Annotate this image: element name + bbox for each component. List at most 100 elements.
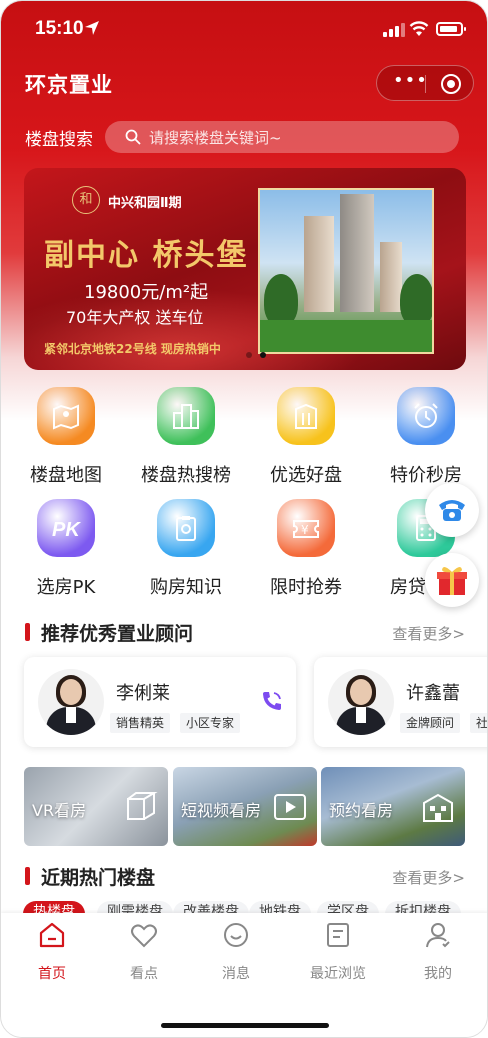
vr-cube-icon — [127, 792, 158, 820]
location-arrow-icon — [85, 21, 99, 35]
banner-dot[interactable] — [246, 352, 252, 358]
telephone-icon — [439, 500, 465, 521]
tab-label: 我的 — [424, 966, 452, 982]
map-icon — [37, 387, 95, 445]
menu-label: 楼盘地图 — [30, 465, 102, 486]
menu-label: 优选好盘 — [270, 465, 342, 486]
more-icon[interactable]: ••• — [393, 72, 427, 92]
menu-label: 购房知识 — [150, 577, 222, 598]
banner-dot-active[interactable] — [260, 352, 266, 358]
quick-menu: 楼盘地图 楼盘热搜榜 优选好盘 特价秒房 PK 选房PK 购房知识 ¥ 限时抢券 — [1, 383, 487, 613]
float-call-button[interactable] — [425, 483, 479, 537]
signal-icon — [383, 23, 405, 37]
tab-label: 消息 — [222, 966, 250, 982]
video-tour-tile[interactable]: 短视频看房 — [173, 767, 317, 846]
svg-text:PK: PK — [52, 519, 81, 541]
menu-item-knowledge[interactable]: 购房知识 — [131, 495, 241, 607]
consultant-tag: 小区专家 — [180, 713, 241, 733]
tree-shape — [400, 274, 432, 326]
see-more-link[interactable]: 查看更多> — [392, 623, 465, 644]
banner-slogan: 副中心 桥头堡 — [44, 238, 249, 273]
search-input[interactable]: 请搜索楼盘关键词~ — [105, 121, 459, 153]
consultants-section-header: 推荐优秀置业顾问 查看更多> — [25, 619, 465, 647]
consultant-name: 许鑫蕾 — [406, 683, 460, 704]
clock-icon — [397, 387, 455, 445]
avatar-shirt — [356, 707, 366, 723]
status-bar: 15:10 — [1, 1, 487, 57]
consultant-tag: 金牌顾问 — [400, 713, 461, 733]
menu-item-selected[interactable]: 优选好盘 — [251, 383, 361, 495]
building-shape — [304, 216, 334, 312]
tab-label: 首页 — [38, 966, 66, 982]
bottom-tab-bar: 首页 看点 消息 最近浏览 我的 — [1, 913, 487, 1037]
tile-label: 短视频看房 — [181, 801, 262, 820]
menu-item-coupon[interactable]: ¥ 限时抢券 — [251, 495, 361, 607]
tab-label: 最近浏览 — [310, 966, 366, 982]
user-icon — [426, 923, 450, 948]
avatar — [38, 669, 104, 735]
banner-footer: 紧邻北京地铁22号线 现房热销中 — [44, 342, 221, 356]
search-label: 楼盘搜索 — [25, 130, 93, 150]
app-title: 环京置业 — [25, 73, 113, 97]
tab-label: 看点 — [130, 966, 158, 982]
home-indicator — [161, 1023, 329, 1028]
consultant-card[interactable]: 许鑫蕾 金牌顾问 社 — [314, 657, 487, 747]
menu-label: 选房PK — [36, 577, 96, 598]
menu-item-hot-list[interactable]: 楼盘热搜榜 — [131, 383, 241, 495]
clipboard-icon — [157, 499, 215, 557]
lawn-shape — [260, 320, 432, 352]
svg-text:¥: ¥ — [301, 523, 309, 537]
menu-item-map[interactable]: 楼盘地图 — [11, 383, 121, 495]
menu-label: 楼盘热搜榜 — [141, 465, 231, 486]
tile-label: VR看房 — [32, 801, 87, 820]
banner-rights: 70年大产权 送车位 — [66, 308, 204, 327]
building-photo — [258, 188, 434, 354]
float-gift-button[interactable] — [425, 553, 479, 607]
home-icon — [39, 922, 65, 948]
avatar-shirt — [66, 707, 76, 723]
banner-price: 19800元/m²起 — [84, 282, 209, 303]
search-icon — [125, 129, 141, 145]
tab-highlights[interactable]: 看点 — [96, 921, 192, 991]
battery-icon — [436, 22, 466, 36]
voice-call-icon[interactable] — [260, 689, 284, 713]
wifi-icon — [409, 21, 429, 36]
consultant-tag: 销售精英 — [110, 713, 171, 733]
appointment-tile[interactable]: 预约看房 — [321, 767, 465, 846]
target-icon[interactable] — [441, 74, 461, 94]
consultant-name: 李俐莱 — [116, 683, 170, 704]
tab-messages[interactable]: 消息 — [188, 921, 284, 991]
menu-item-pk[interactable]: PK 选房PK — [11, 495, 121, 607]
search-placeholder: 请搜索楼盘关键词~ — [149, 129, 282, 147]
tree-shape — [264, 274, 298, 326]
building-icon — [277, 387, 335, 445]
consultant-tag: 社 — [470, 713, 487, 733]
building-shape — [380, 242, 402, 312]
phone-screen: 15:10 环京置业 ••• 楼盘搜索 请搜索楼盘关键词~ 和 中兴和园Ⅱ期 副… — [0, 0, 488, 1038]
status-time: 15:10 — [35, 18, 84, 39]
tab-mine[interactable]: 我的 — [390, 921, 486, 991]
hot-section-header: 近期热门楼盘 查看更多> — [25, 863, 465, 891]
promo-banner[interactable]: 和 中兴和园Ⅱ期 副中心 桥头堡 19800元/m²起 70年大产权 送车位 紧… — [24, 168, 466, 370]
tab-home[interactable]: 首页 — [4, 921, 100, 991]
section-title: 推荐优秀置业顾问 — [41, 623, 194, 645]
menu-label: 限时抢券 — [270, 577, 342, 598]
avatar-face — [60, 679, 82, 705]
avatar-face — [350, 679, 372, 705]
project-name: 中兴和园Ⅱ期 — [108, 196, 182, 211]
gift-icon — [437, 566, 467, 595]
coupon-icon: ¥ — [277, 499, 335, 557]
project-logo: 和 — [72, 186, 100, 214]
section-accent-bar — [25, 623, 30, 641]
buildings-icon — [157, 387, 215, 445]
vr-tour-tile[interactable]: VR看房 — [24, 767, 168, 846]
menu-item-flash-sale[interactable]: 特价秒房 — [371, 383, 481, 495]
message-smile-icon — [224, 923, 248, 947]
pk-icon: PK — [37, 499, 95, 557]
mini-program-capsule[interactable]: ••• — [376, 65, 474, 101]
tab-recent[interactable]: 最近浏览 — [290, 921, 386, 991]
section-title: 近期热门楼盘 — [41, 867, 156, 889]
see-more-link[interactable]: 查看更多> — [392, 867, 465, 888]
building-shape — [340, 194, 374, 312]
consultant-card[interactable]: 李俐莱 销售精英 小区专家 — [24, 657, 296, 747]
